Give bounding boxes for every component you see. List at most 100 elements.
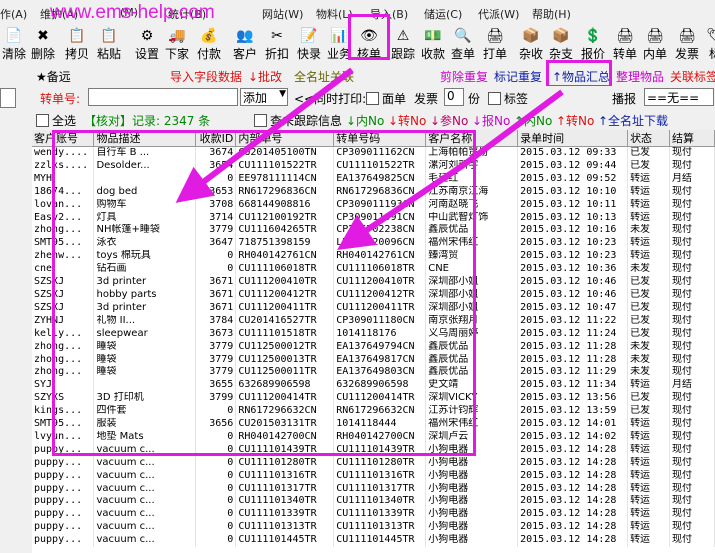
toolbar-button-12[interactable]: ⚠ 跟踪 [390,27,416,63]
toolbar-button-20[interactable]: 🖨 内单 [642,27,668,63]
table-row[interactable]: MYH 0 EE978111114CN EA137649825CN 毛延红 2015.03… [32,172,715,186]
table-row[interactable]: kelly... sleepwear 3673 CU111101518TR 101411… [32,327,715,341]
table-cell: 小狗电器 [425,482,519,496]
inner-no-up-link[interactable]: ↑内No [514,112,552,129]
table-cell: 鑫辰优品 [425,224,519,238]
table-row[interactable]: lvyun... 地垫 Mats 0 RH040142700CN RH040142700… [32,430,715,444]
table-cell: sleepwear [93,327,197,341]
toolbar-button-2[interactable]: 📋 拷贝 [64,27,90,63]
order-no-input[interactable] [88,88,238,106]
import-fields-link[interactable]: 导入字段数据 [170,68,242,85]
report-no-down-link[interactable]: ↓报No [472,112,510,129]
toolbar-button-5[interactable]: 🚚 下家 [164,27,190,63]
turn-no-up-link[interactable]: ↑转No [556,112,594,129]
full-download-link[interactable]: ↑全名址下载 [598,112,668,129]
menu-item-9[interactable]: 帮助(H) [532,6,571,22]
clear-duplicate-link[interactable]: 剪除重复 [440,68,488,85]
toolbar-button-15[interactable]: 🖨 打单 [482,27,508,63]
toolbar-button-4[interactable]: ⚙ 设置 [134,27,160,63]
table-row[interactable]: zhong... 睡袋 3779 CU112500013TR EA137649817CN… [32,353,715,367]
table-row[interactable]: zzlxs.... Desolder... 3654 CU111101522TR CU1… [32,159,715,173]
turn-no-down-link[interactable]: ↓转No [388,112,426,129]
toolbar-button-6[interactable]: 💰 付款 [196,27,222,63]
select-all-checkbox[interactable]: 全选 [36,112,76,129]
column-header-4[interactable]: 转单号码 [333,130,427,147]
column-header-8[interactable]: 结算 [669,130,715,147]
table-row[interactable]: puppy... vacuum c... 0 CU111101445TR CU11110… [32,534,715,548]
table-row[interactable]: puppy... vacuum c... 0 CU111101317TR CU11110… [32,482,715,496]
table-cell: 0 [195,443,237,457]
toolbar-button-9[interactable]: 📝 快录 [296,27,322,63]
menu-item-8[interactable]: 代派(W) [478,6,519,22]
table-row[interactable]: puppy... vacuum c... 0 CU111101439TR CU11110… [32,443,715,457]
mark-duplicate-link[interactable]: 标记重复 [494,68,542,85]
table-row[interactable]: SMT95... 服装 3656 CU201503131TR 1014118444 福州宋… [32,418,715,431]
inner-no-down-link[interactable]: ↓内No [346,112,384,129]
table-row[interactable]: ZYHNJ 礼物 II... 3784 CU201416527TR CP30901118… [32,314,715,328]
table-cell: 转运 [627,250,670,264]
organize-items-link[interactable]: 整理物品 [616,68,664,85]
table-row[interactable]: puppy... vacuum c... 0 CU111101340TR CU11110… [32,495,715,509]
table-row[interactable]: zhong... NH帐篷+睡袋 3779 CU111604265TR CP296702… [32,224,715,238]
table-cell: 转运 [627,418,670,431]
toolbar-button-14[interactable]: 🔍 查单 [450,27,476,63]
checked-button[interactable]: 【核对】 [84,112,132,129]
link-tag-link[interactable]: 关联标签 [670,68,715,85]
table-row[interactable]: puppy... vacuum c... 0 CU111101316TR CU11110… [32,469,715,483]
toolbar-button-8[interactable]: ✂ 折扣 [264,27,290,63]
toolbar-button-3[interactable]: 📋 粘贴 [96,27,122,63]
left-input[interactable] [0,88,16,108]
menu-item-0[interactable]: 作(A) [0,6,27,22]
column-header-7[interactable]: 状态 [627,130,670,147]
column-header-3[interactable]: 内部单号 [235,130,335,147]
table-cell: 2015.03.12 14:28 [517,482,629,496]
column-header-6[interactable]: 录单时间 [517,130,629,147]
toolbar-button-13[interactable]: 💵 收款 [420,27,446,63]
table-row[interactable]: zhong... 睡袋 3779 CU112500011TR EA137649803CN… [32,366,715,380]
query-trace-checkbox[interactable]: 查未跟踪信息 [254,112,342,129]
column-header-2[interactable]: 收款ID [195,130,237,147]
table-cell: vacuum c... [93,508,197,522]
broadcast-select[interactable]: ==无== [644,88,714,106]
left-panel [0,64,33,553]
table-row[interactable]: SZSXJ hobby parts 3671 CU111200412TR CU11120… [32,288,715,302]
toolbar-button-19[interactable]: 🖨 转单 [612,27,638,63]
toolbar-button-1[interactable]: ✖ 删除 [30,27,56,63]
toolbar-button-17[interactable]: 📦 杂支 [548,27,574,63]
table-row[interactable]: kings... 四件套 0 RN617296632CN RN617296632CN 江苏… [32,405,715,419]
table-row[interactable]: Easy2... 灯具 3714 CU112100192TR CP309011091CN… [32,211,715,225]
batch-change-link[interactable]: ↓批改 [248,68,282,85]
table-row[interactable]: puppy... vacuum c... 0 CU111101339TR CU11110… [32,508,715,522]
menu-item-7[interactable]: 储运(C) [424,6,462,22]
table-cell: 现付 [669,276,715,289]
table-row[interactable]: puppy... vacuum c... 0 CU111101313TR CU11110… [32,521,715,535]
copies-input[interactable]: 0 [444,88,464,106]
table-row[interactable]: SMT95... 泳衣 3647 718751398159 LN789820096CN 福… [32,237,715,251]
toolbar-button-7[interactable]: 👥 客户 [232,27,258,63]
sync-print-label: <<同时打印: [294,92,367,106]
table-row[interactable]: zhong... 睡袋 3779 CU112500012TR EA137649794CN… [32,340,715,354]
toolbar-button-16[interactable]: 📦 杂收 [518,27,544,63]
table-row[interactable]: SZSXJ 3d printer 3671 CU111200411TR CU111200… [32,301,715,315]
table-row[interactable]: lovan... 购物车 3708 668144908816 CP309011193CN… [32,198,715,212]
table-row[interactable]: SZYXS 3D 打印机 3799 CU111200414TR CU111200414T… [32,392,715,406]
face-sheet-checkbox[interactable]: 面单 [366,90,406,107]
table-row[interactable]: 18674... dog bed 3653 RN617296836CN RN617296… [32,185,715,199]
column-header-0[interactable]: 客户账号 [32,130,95,147]
column-header-1[interactable]: 物品描述 [93,130,197,147]
param-no-down-link[interactable]: ↓参No [430,112,468,129]
menu-item-4[interactable]: 网站(W) [262,6,303,22]
table-row[interactable]: cne 钻石画 0 CU111106018TR CU111106018TR CNE 2015… [32,263,715,277]
toolbar-button-18[interactable]: 💲 报价 [580,27,606,63]
tag-checkbox[interactable]: 标签 [488,90,528,107]
data-grid[interactable]: 客户账号 物品描述 收款ID 内部单号 转单号码 客户名称 录单时间 状态 结算 wendy..… [32,130,715,553]
table-row[interactable]: puppy... vacuum c... 0 CU111101280TR CU11110… [32,456,715,470]
table-row[interactable]: SYJ 3655 632689906598 632689906598 史文靖 2015.0… [32,379,715,393]
full-address-link[interactable]: 全名址关联 [294,68,354,85]
toolbar-button-22[interactable]: 🏷标 [702,27,715,63]
add-select[interactable]: 添加 ▼ [240,88,288,106]
table-row[interactable]: SZSXJ 3d printer 3671 CU111200410TR CU111200… [32,276,715,289]
column-header-5[interactable]: 客户名称 [425,130,519,147]
table-row[interactable]: zhenw... toys 棉玩具 0 RH040142761CN RH04014276… [32,250,715,264]
table-row[interactable]: wendy.... 自行车 B ... 3674 CU201405100TN CP309… [32,146,715,160]
